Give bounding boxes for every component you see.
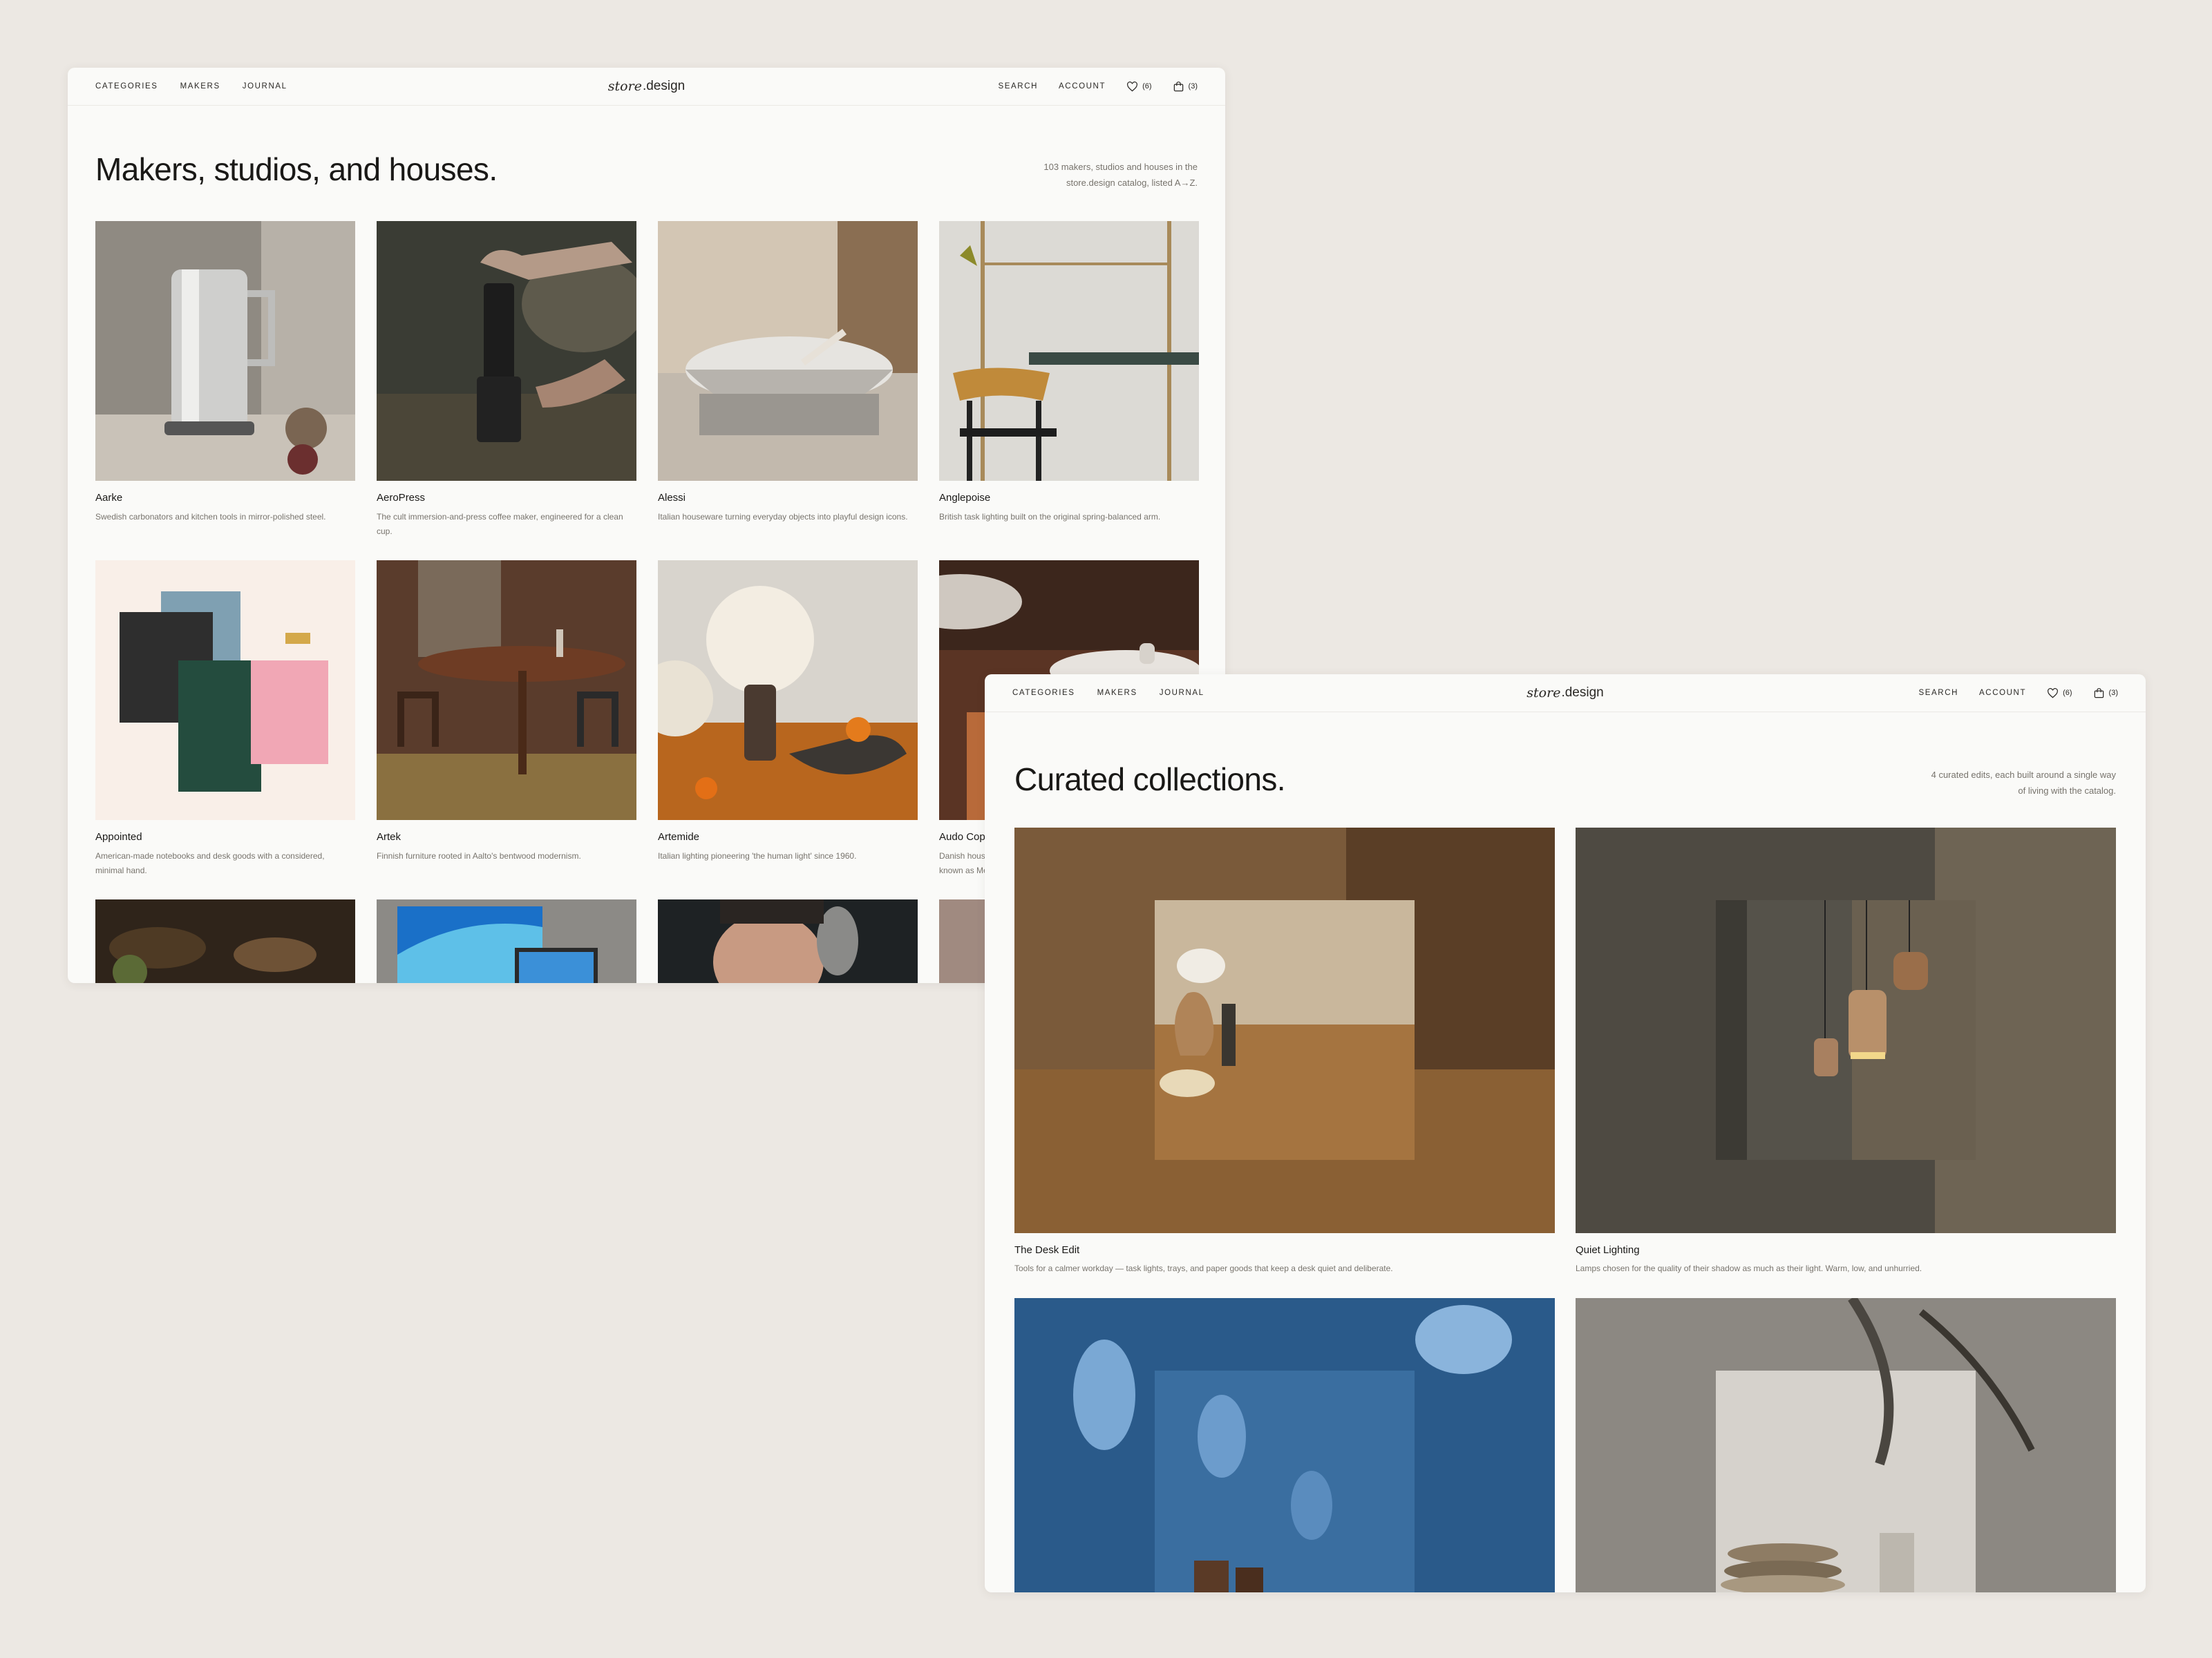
maker-name: Aarke <box>95 492 123 504</box>
maker-image-appointed <box>95 560 355 820</box>
heart-icon <box>1127 81 1138 91</box>
maker-description: Swedish carbonators and kitchen tools in… <box>95 512 326 522</box>
logo-script: store <box>1526 685 1561 701</box>
maker-description: Italian lighting pioneering 'the human l… <box>658 851 857 861</box>
page-subtitle: 4 curated edits, each built around a sin… <box>1931 767 2116 799</box>
top-nav: CATEGORIES MAKERS JOURNAL store .design S… <box>985 674 2146 712</box>
logo-script: store <box>607 79 642 94</box>
maker-image <box>377 899 636 983</box>
maker-image-artemide <box>658 560 918 820</box>
maker-name: Anglepoise <box>939 492 991 504</box>
subtitle-line-1: 103 makers, studios and houses in the <box>1043 162 1198 172</box>
collection-image-desk-edit <box>1014 828 1555 1233</box>
cart-button[interactable]: (3) <box>1173 81 1198 92</box>
page-subtitle: 103 makers, studios and houses in the st… <box>1043 159 1198 191</box>
page-title: Curated collections. <box>1014 761 1286 797</box>
nav-makers[interactable]: MAKERS <box>1097 689 1137 697</box>
maker-image-anglepoise <box>939 221 1199 481</box>
cart-count: (3) <box>2108 689 2118 697</box>
collections-window: CATEGORIES MAKERS JOURNAL store .design S… <box>985 674 2146 1592</box>
wishlist-count: (6) <box>1142 82 1152 90</box>
nav-journal[interactable]: JOURNAL <box>243 82 287 90</box>
site-logo[interactable]: store .design <box>1526 674 1603 712</box>
collection-description: Lamps chosen for the quality of their sh… <box>1576 1264 1922 1273</box>
collection-image <box>1014 1298 1555 1592</box>
maker-description: The cult immersion-and-press coffee make… <box>377 512 623 536</box>
bag-icon <box>2094 687 2104 698</box>
collection-name: Quiet Lighting <box>1576 1244 1640 1256</box>
maker-name: AeroPress <box>377 492 426 504</box>
maker-name: Alessi <box>658 492 686 504</box>
logo-suffix: .design <box>642 79 686 93</box>
maker-name: Artek <box>377 831 401 843</box>
maker-image-alessi <box>658 221 918 481</box>
nav-makers[interactable]: MAKERS <box>180 82 220 90</box>
collection-image-quiet-lighting <box>1576 828 2116 1233</box>
maker-image-artek <box>377 560 636 820</box>
subtitle-line-1: 4 curated edits, each built around a sin… <box>1931 770 2116 780</box>
nav-categories[interactable]: CATEGORIES <box>1012 689 1075 697</box>
nav-account[interactable]: ACCOUNT <box>1979 689 2026 697</box>
maker-description: American-made notebooks and desk goods w… <box>95 851 325 875</box>
maker-image <box>658 899 918 983</box>
maker-image-aeropress <box>377 221 636 481</box>
wishlist-button[interactable]: (6) <box>1126 81 1152 92</box>
nav-account[interactable]: ACCOUNT <box>1059 82 1106 90</box>
collection-description: Tools for a calmer workday — task lights… <box>1014 1264 1393 1273</box>
wishlist-count: (6) <box>2063 689 2072 697</box>
nav-journal[interactable]: JOURNAL <box>1160 689 1204 697</box>
subtitle-line-2: store.design catalog, listed A→Z. <box>1066 178 1198 188</box>
collection-image <box>1576 1298 2116 1592</box>
maker-image-aarke <box>95 221 355 481</box>
top-nav: CATEGORIES MAKERS JOURNAL store .design S… <box>68 68 1225 106</box>
cart-button[interactable]: (3) <box>2093 687 2118 698</box>
site-logo[interactable]: store .design <box>608 68 685 105</box>
maker-description: British task lighting built on the origi… <box>939 512 1161 522</box>
bag-icon <box>1173 81 1183 91</box>
heart-icon <box>2048 687 2059 698</box>
collection-name: The Desk Edit <box>1014 1244 1080 1256</box>
wishlist-button[interactable]: (6) <box>2047 687 2072 698</box>
cart-count: (3) <box>1188 82 1198 90</box>
nav-search[interactable]: SEARCH <box>1919 689 1959 697</box>
maker-description: Italian houseware turning everyday objec… <box>658 512 908 522</box>
maker-description: Finnish furniture rooted in Aalto's bent… <box>377 851 581 861</box>
logo-suffix: .design <box>1561 685 1604 700</box>
page-title: Makers, studios, and houses. <box>95 151 498 187</box>
nav-search[interactable]: SEARCH <box>999 82 1039 90</box>
nav-categories[interactable]: CATEGORIES <box>95 82 158 90</box>
maker-image <box>95 899 355 983</box>
maker-name: Artemide <box>658 831 700 843</box>
subtitle-line-2: of living with the catalog. <box>2018 785 2116 796</box>
maker-name: Appointed <box>95 831 142 843</box>
